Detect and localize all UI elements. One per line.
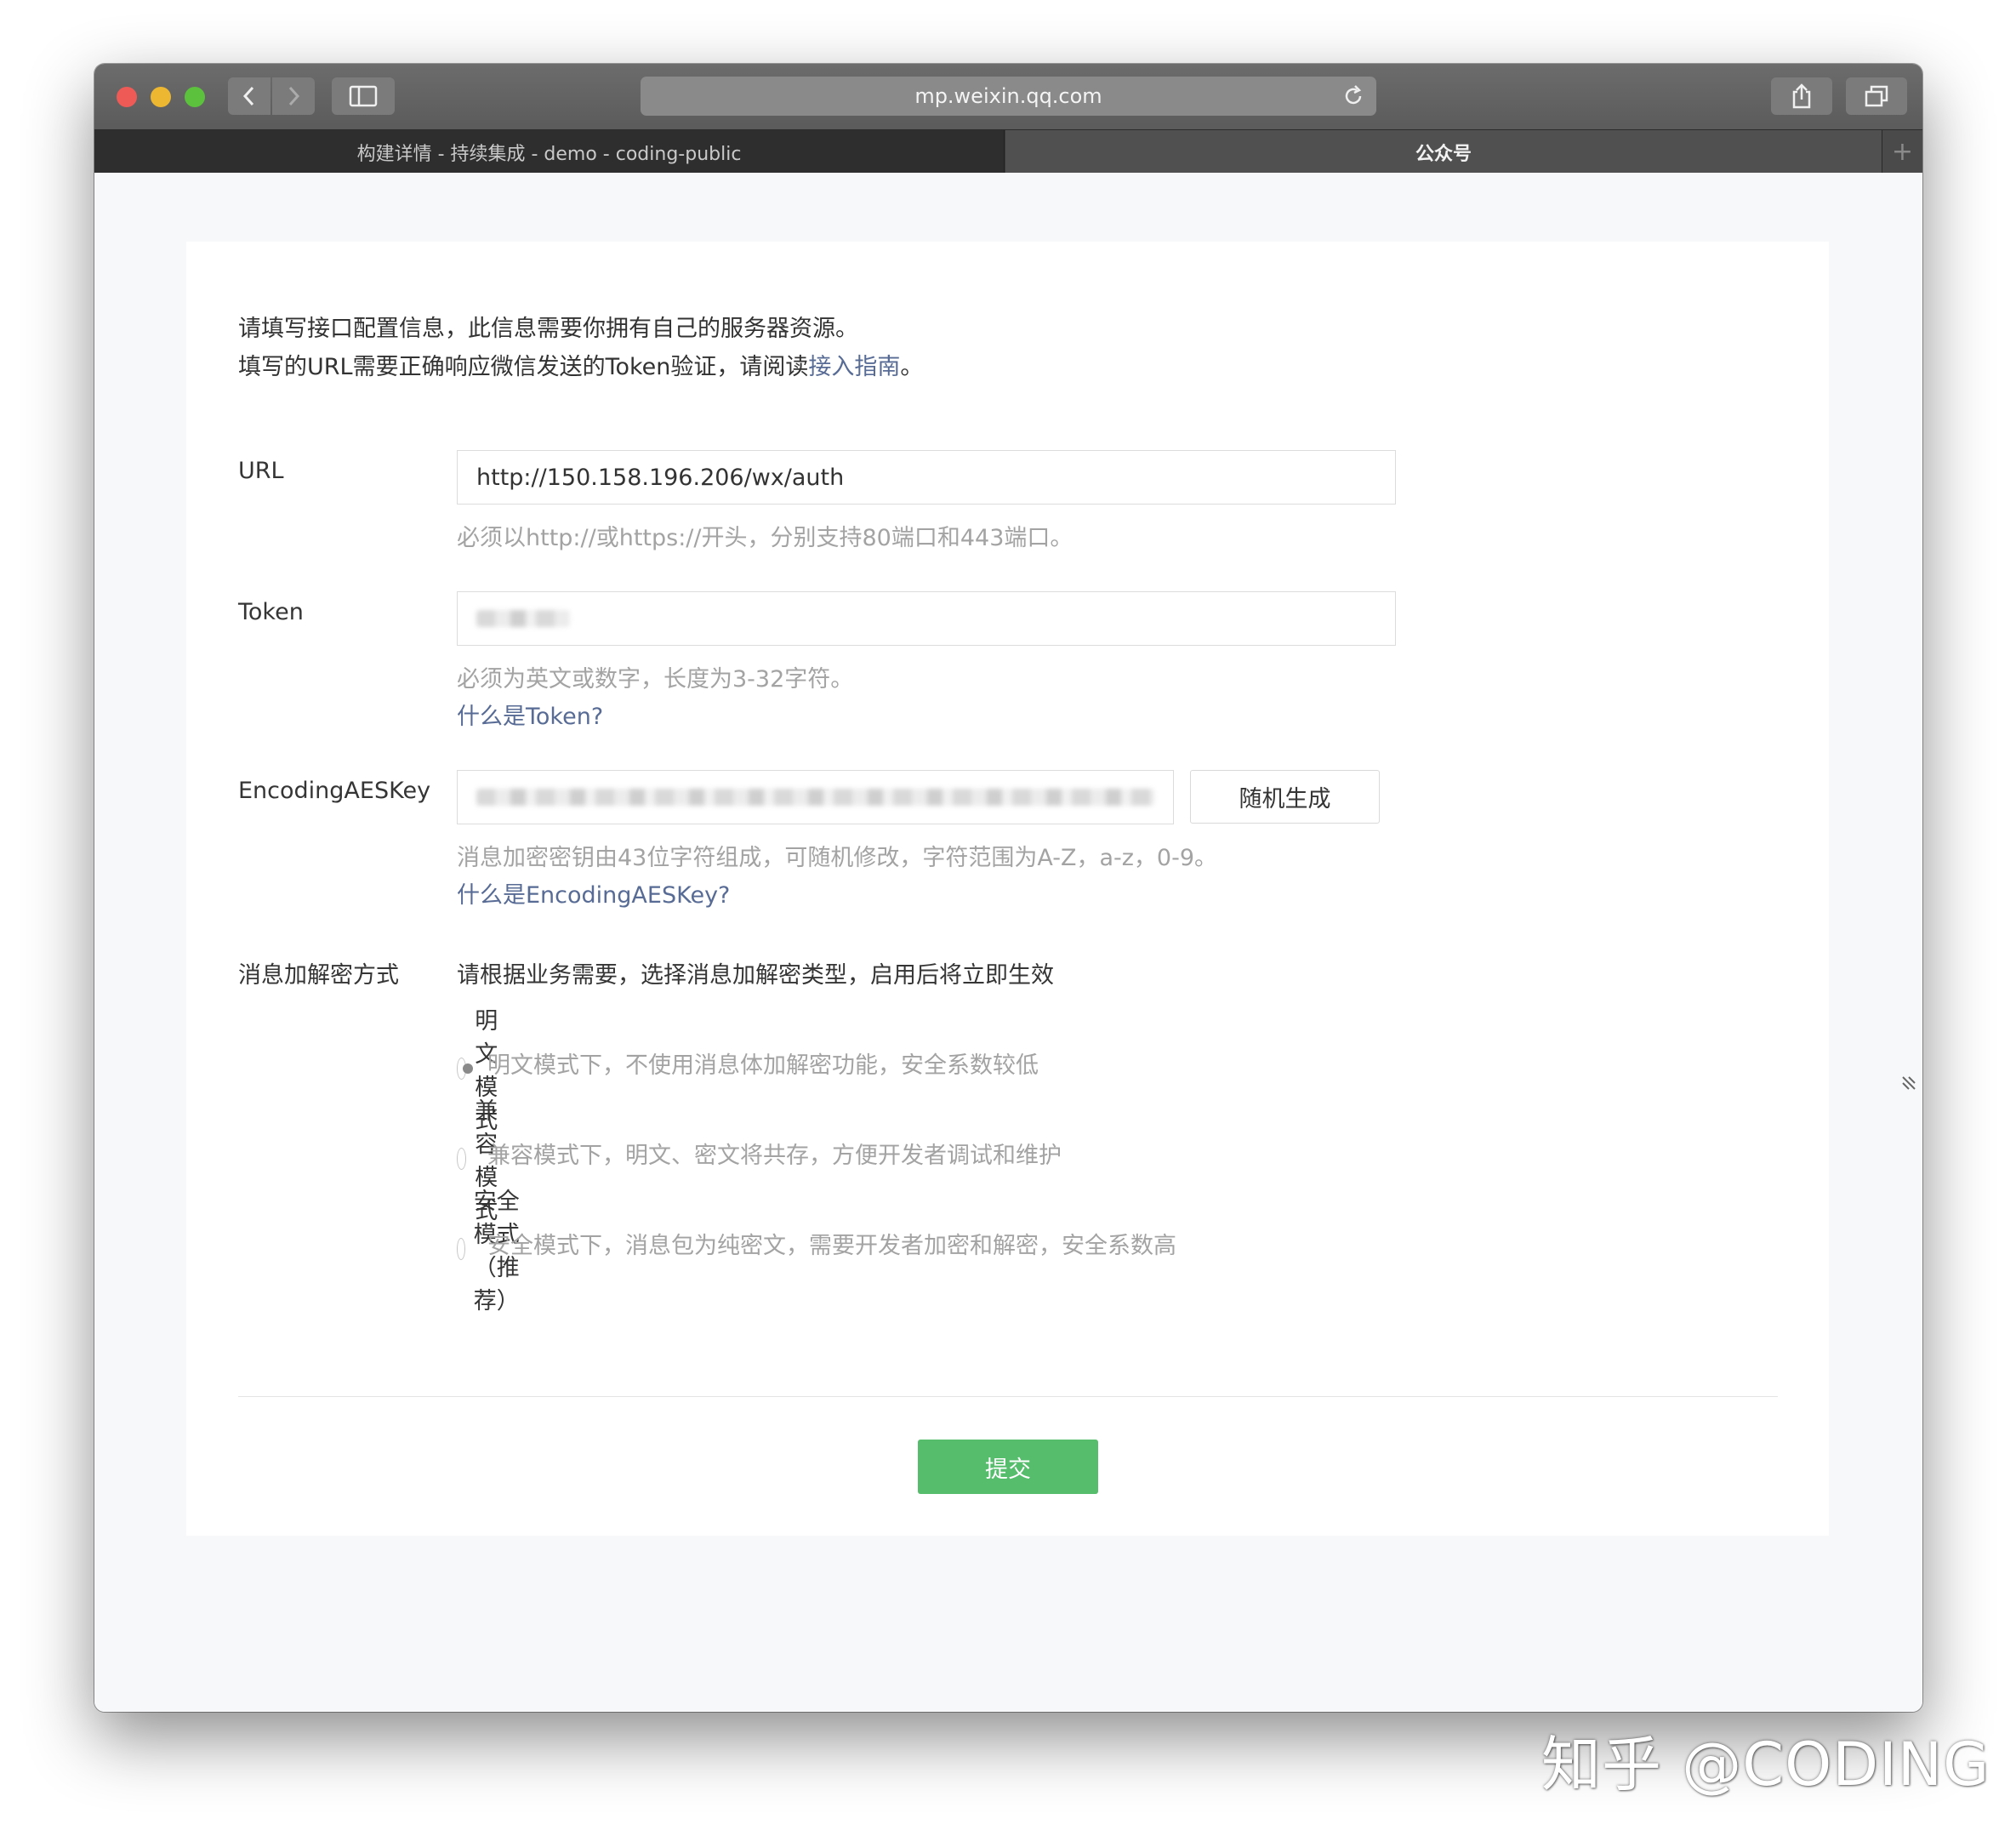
token-label: Token	[238, 599, 304, 625]
sidebar-toggle-button[interactable]	[332, 77, 395, 115]
intro-line-1: 请填写接口配置信息，此信息需要你拥有自己的服务器资源。	[238, 316, 858, 342]
chevron-left-icon	[242, 86, 254, 106]
close-window-button[interactable]	[117, 87, 137, 107]
aes-key-hint: 消息加密密钥由43位字符组成，可随机修改，字符范围为A-Z，a-z，0-9。	[457, 845, 1218, 871]
plaintext-mode-hint: 明文模式下，不使用消息体加解密功能，安全系数较低	[487, 1052, 1039, 1079]
show-tabs-button[interactable]	[1846, 77, 1907, 115]
tab-label: 构建详情 - 持续集成 - demo - coding-public	[356, 143, 742, 165]
radio-unchecked-icon[interactable]	[457, 1148, 467, 1170]
tab-label: 公众号	[1415, 143, 1472, 165]
encryption-mode-label: 消息加解密方式	[238, 962, 399, 989]
browser-toolbar: mp.weixin.qq.com	[94, 64, 1922, 129]
submit-button[interactable]: 提交	[918, 1440, 1098, 1494]
url-label: URL	[238, 458, 284, 484]
zoom-window-button[interactable]	[185, 87, 205, 107]
radio-checked-icon[interactable]	[457, 1058, 474, 1080]
aes-key-label: EncodingAESKey	[238, 778, 431, 804]
token-masked-value	[476, 610, 570, 627]
forward-button[interactable]	[272, 77, 315, 115]
access-guide-link[interactable]: 接入指南	[808, 354, 900, 380]
token-input[interactable]	[457, 591, 1396, 646]
url-hint: 必须以http://或https://开头，分别支持80端口和443端口。	[457, 525, 1073, 551]
address-bar-url: mp.weixin.qq.com	[914, 84, 1102, 108]
tab-official-account[interactable]: 公众号	[1005, 130, 1882, 174]
radio-unchecked-icon[interactable]	[457, 1238, 465, 1260]
minimize-window-button[interactable]	[151, 87, 171, 107]
plus-icon: +	[1891, 137, 1914, 167]
submit-label: 提交	[985, 1456, 1031, 1483]
aes-key-masked-value	[476, 789, 1154, 806]
new-tab-button[interactable]: +	[1882, 130, 1922, 174]
reload-icon[interactable]	[1341, 83, 1366, 109]
address-bar[interactable]: mp.weixin.qq.com	[641, 77, 1376, 116]
chevron-right-icon	[288, 86, 300, 106]
zhihu-watermark: 知乎 @CODING	[1541, 1730, 1990, 1799]
browser-window: mp.weixin.qq.com 构建详情 - 持续集成 - demo - co…	[94, 64, 1922, 1712]
resize-handle-icon	[1901, 1075, 1916, 1091]
tab-bar: 构建详情 - 持续集成 - demo - coding-public 公众号 +	[94, 129, 1922, 174]
random-generate-label: 随机生成	[1239, 786, 1331, 813]
aes-key-input[interactable]	[457, 770, 1174, 824]
tab-build-detail[interactable]: 构建详情 - 持续集成 - demo - coding-public	[94, 130, 1005, 174]
intro-text: 请填写接口配置信息，此信息需要你拥有自己的服务器资源。 填写的URL需要正确响应…	[238, 310, 923, 386]
what-is-aes-key-link[interactable]: 什么是EncodingAESKey?	[457, 876, 730, 909]
tabs-overview-icon	[1865, 85, 1888, 107]
config-panel: 请填写接口配置信息，此信息需要你拥有自己的服务器资源。 填写的URL需要正确响应…	[186, 242, 1829, 1536]
compatible-mode-hint: 兼容模式下，明文、密文将共存，方便开发者调试和维护	[487, 1143, 1062, 1169]
random-generate-button[interactable]: 随机生成	[1190, 770, 1380, 824]
url-input-value: http://150.158.196.206/wx/auth	[476, 464, 845, 491]
intro-line-2: 填写的URL需要正确响应微信发送的Token验证，请阅读接入指南。	[238, 354, 924, 380]
form-divider	[238, 1396, 1778, 1397]
token-hint: 必须为英文或数字，长度为3-32字符。	[457, 666, 854, 693]
url-input[interactable]: http://150.158.196.206/wx/auth	[457, 450, 1396, 505]
secure-mode-hint: 安全模式下，消息包为纯密文，需要开发者加密和解密，安全系数高	[487, 1233, 1176, 1259]
sidebar-icon	[349, 85, 378, 107]
encryption-mode-description: 请根据业务需要，选择消息加解密类型，启用后将立即生效	[457, 962, 1054, 989]
back-button[interactable]	[228, 77, 271, 115]
what-is-token-link[interactable]: 什么是Token?	[457, 698, 603, 731]
share-button[interactable]	[1771, 77, 1832, 115]
share-icon	[1792, 83, 1811, 109]
page-content: 请填写接口配置信息，此信息需要你拥有自己的服务器资源。 填写的URL需要正确响应…	[94, 173, 1922, 1712]
